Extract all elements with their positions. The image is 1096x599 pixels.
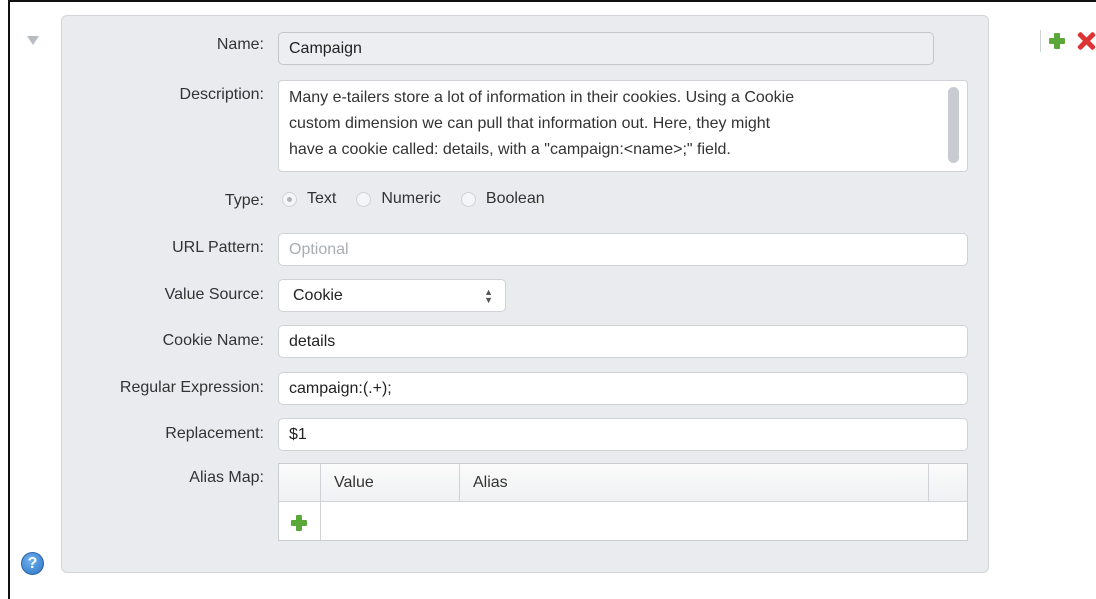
alias-map-table: Value Alias xyxy=(278,463,968,541)
description-line: Many e-tailers store a lot of informatio… xyxy=(289,89,795,106)
url-pattern-input[interactable]: Optional xyxy=(278,233,968,266)
column-divider xyxy=(320,464,321,502)
value-source-label: Value Source: xyxy=(164,286,264,303)
description-scrollbar[interactable] xyxy=(948,87,959,163)
replacement-label: Replacement: xyxy=(165,425,264,442)
type-boolean-label: Boolean xyxy=(485,190,545,207)
description-line: custom dimension we can pull that inform… xyxy=(289,115,771,132)
url-pattern-placeholder: Optional xyxy=(289,240,349,258)
toolbar-divider xyxy=(1040,30,1041,52)
name-value: Campaign xyxy=(289,39,362,57)
type-label: Type: xyxy=(224,192,264,209)
column-divider xyxy=(928,464,929,502)
description-line: have a cookie called: details, with a "c… xyxy=(289,141,731,158)
add-alias-row-icon[interactable] xyxy=(291,515,307,531)
row-divider xyxy=(320,502,321,540)
regex-input[interactable]: campaign:(.+); xyxy=(278,372,968,405)
replacement-input[interactable]: $1 xyxy=(278,418,968,451)
frame-border-left xyxy=(8,0,10,599)
replacement-value: $1 xyxy=(289,425,307,443)
column-header-value[interactable]: Value xyxy=(334,474,374,492)
value-source-selected: Cookie xyxy=(293,286,343,304)
alias-map-label: Alias Map: xyxy=(189,469,264,486)
cookie-name-value: details xyxy=(289,332,336,350)
regex-label: Regular Expression: xyxy=(119,379,264,396)
type-numeric-radio[interactable] xyxy=(356,191,372,207)
column-header-alias[interactable]: Alias xyxy=(473,474,508,492)
type-numeric-label: Numeric xyxy=(381,190,441,207)
type-radio-group: Text Numeric Boolean xyxy=(282,190,565,208)
type-text-radio[interactable] xyxy=(282,191,297,207)
description-label: Description: xyxy=(179,86,264,103)
select-arrows-icon: ▲ ▼ xyxy=(484,287,493,305)
type-boolean-radio[interactable] xyxy=(460,191,476,207)
add-dimension-icon[interactable] xyxy=(1049,33,1065,49)
cookie-name-input[interactable]: details xyxy=(278,325,968,358)
regex-value: campaign:(.+); xyxy=(289,379,392,397)
collapse-triangle-icon[interactable] xyxy=(27,36,39,45)
column-divider xyxy=(459,464,460,502)
value-source-select[interactable]: Cookie ▲ ▼ xyxy=(278,279,506,312)
description-textarea[interactable]: Many e-tailers store a lot of informatio… xyxy=(278,80,968,172)
url-pattern-label: URL Pattern: xyxy=(172,239,264,256)
cookie-name-label: Cookie Name: xyxy=(162,332,264,349)
delete-dimension-icon[interactable] xyxy=(1076,31,1096,51)
help-icon[interactable]: ? xyxy=(21,552,44,575)
name-label: Name: xyxy=(216,36,264,53)
type-text-label: Text xyxy=(307,190,337,207)
frame-border-top xyxy=(8,0,1096,2)
alias-table-header: Value Alias xyxy=(279,464,967,502)
name-field[interactable]: Campaign xyxy=(278,32,934,65)
